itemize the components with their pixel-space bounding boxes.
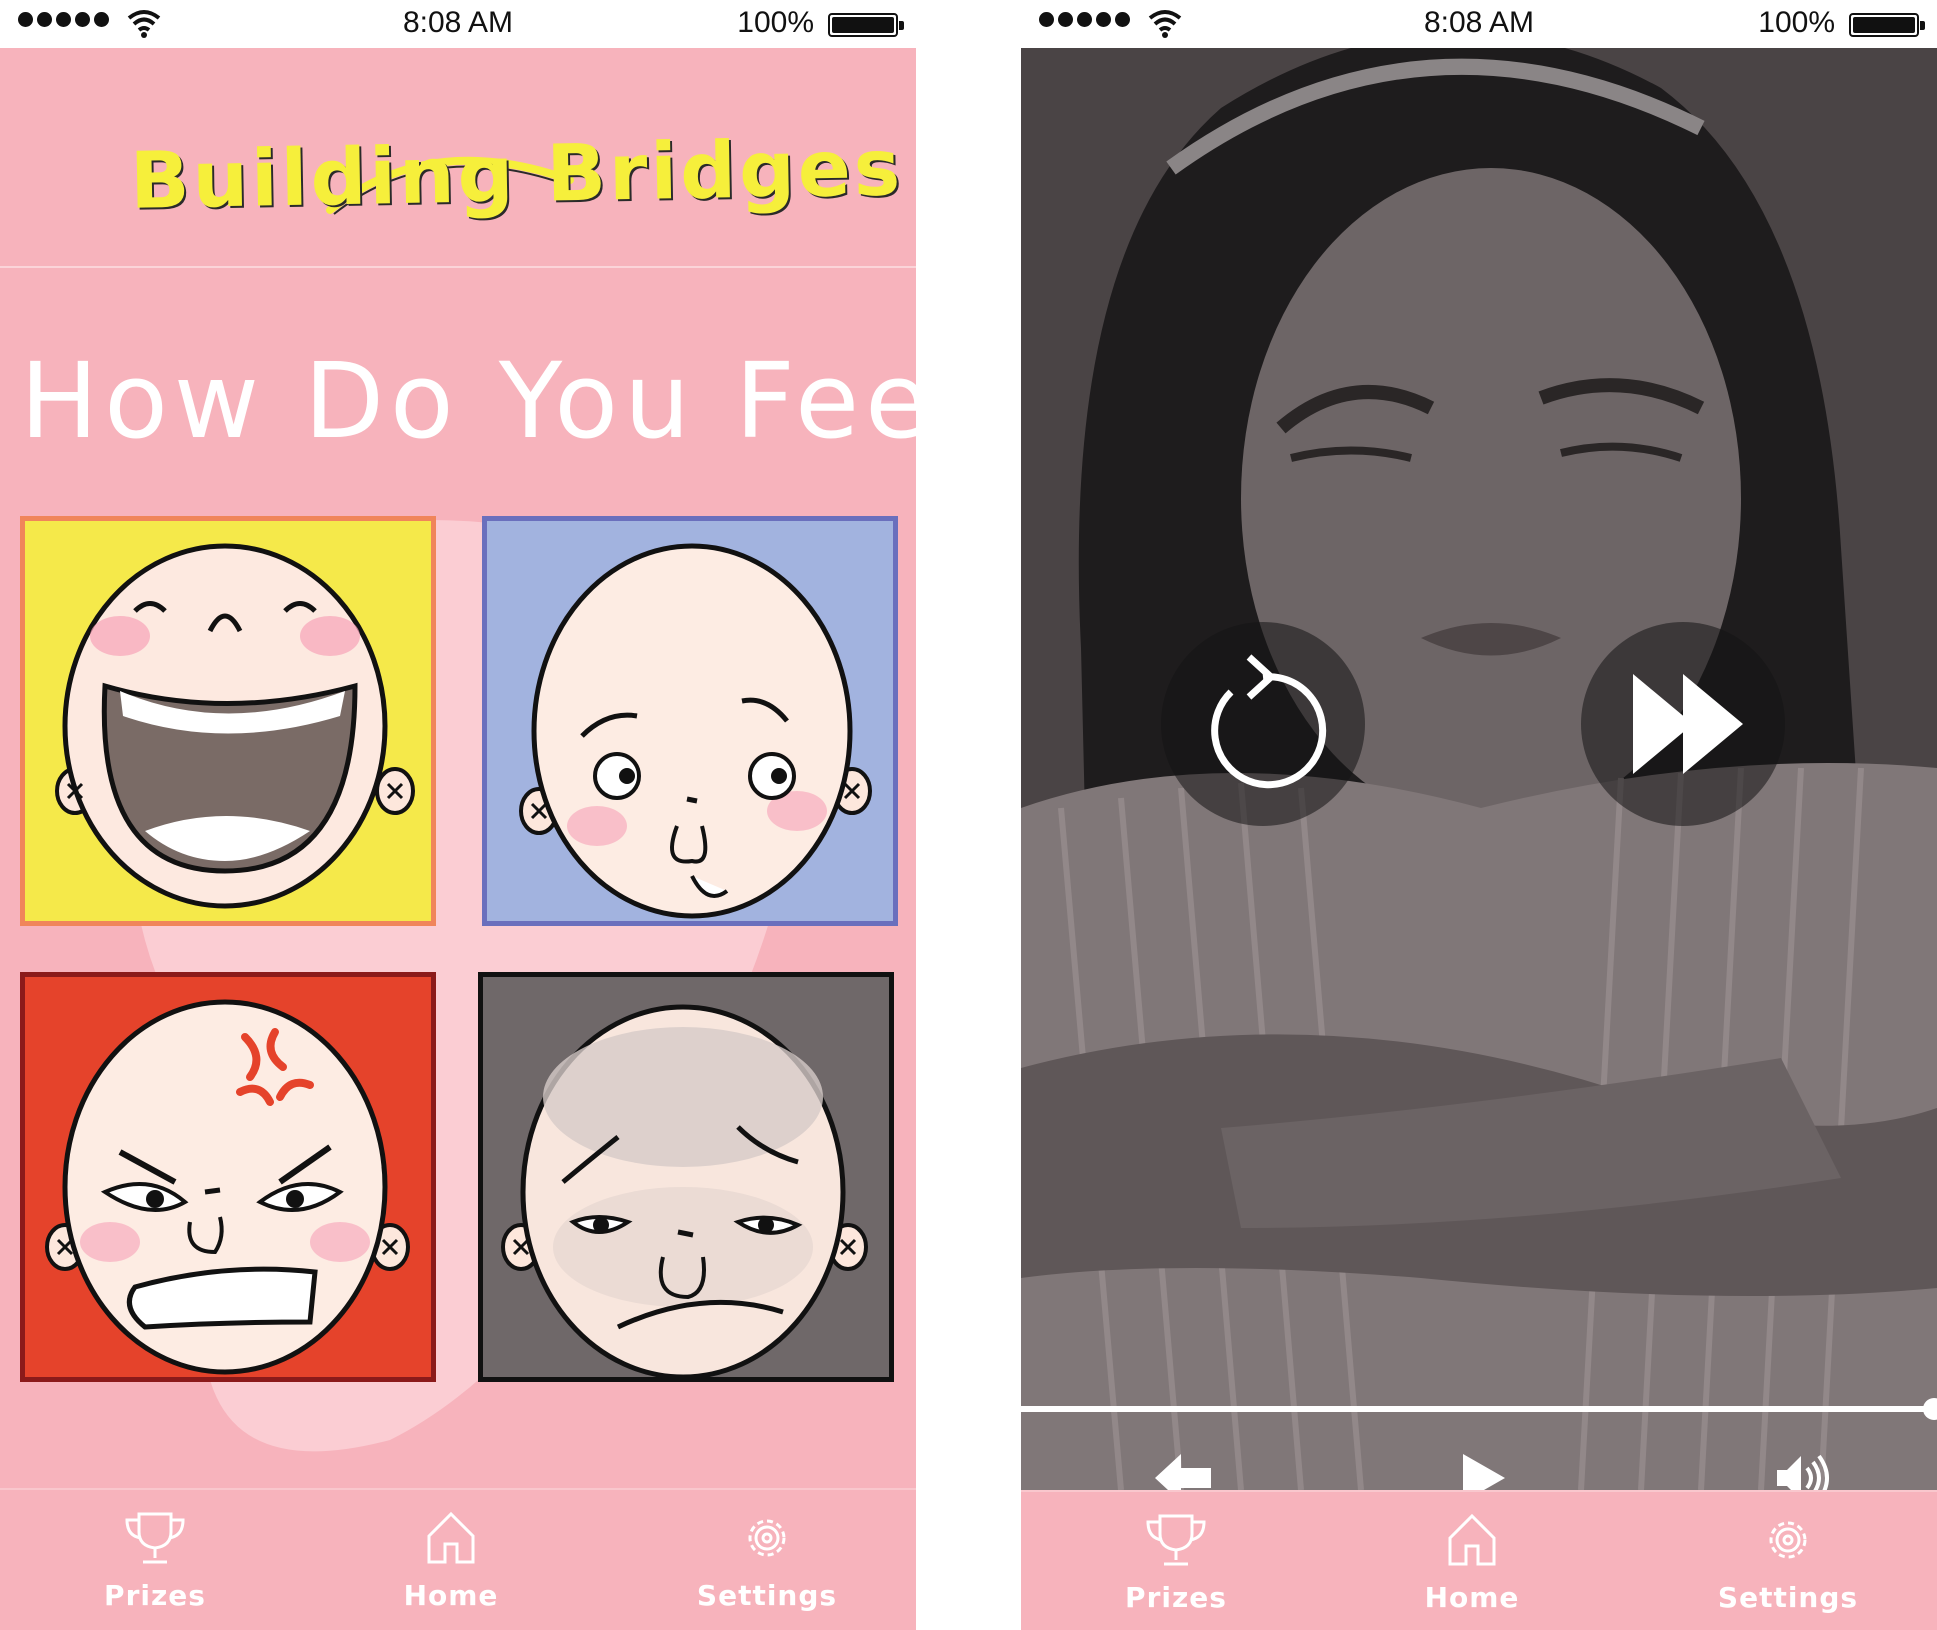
emotion-sad-button[interactable] (478, 972, 894, 1382)
gear-icon (1769, 1521, 1807, 1559)
status-bar: 8:08 AM 100% (0, 0, 916, 48)
replay-icon (1211, 654, 1327, 789)
feel-prompt: How Do You Feel? (20, 340, 916, 462)
home-icon (427, 1511, 475, 1564)
battery-percent: 100% (1758, 6, 1835, 39)
header-divider (0, 266, 916, 268)
sad-face-icon (501, 1004, 868, 1377)
home-icon (1448, 1513, 1496, 1566)
tab-settings[interactable]: Settings (1698, 1512, 1878, 1614)
angry-face-icon (45, 999, 410, 1375)
volume-icon (1777, 1454, 1829, 1490)
tab-home-label: Home (403, 1579, 499, 1612)
tab-prizes[interactable]: Prizes (1086, 1512, 1266, 1614)
video-frame[interactable] (1021, 48, 1937, 1490)
tab-home[interactable]: Home (1382, 1512, 1562, 1614)
app-title: Building Bridges (129, 123, 904, 227)
play-icon (1463, 1454, 1505, 1490)
happy-face-icon (55, 543, 415, 909)
tab-settings-label: Settings (696, 1579, 838, 1612)
battery-icon (1849, 13, 1925, 37)
battery-percent: 100% (737, 6, 814, 39)
emotion-angry-button[interactable] (20, 972, 436, 1382)
tab-settings-label: Settings (1717, 1581, 1859, 1614)
emotion-worried-button[interactable] (482, 516, 898, 926)
tab-home-label: Home (1424, 1581, 1520, 1614)
fast-forward-button[interactable] (1581, 622, 1785, 826)
tab-prizes-label: Prizes (104, 1579, 206, 1612)
emotion-picker-screen: 8:08 AM 100% Building Bridges How Do You… (0, 0, 916, 1630)
emotion-happy-button[interactable] (20, 516, 436, 926)
video-progress-bar[interactable] (1021, 1406, 1937, 1412)
replay-button[interactable] (1161, 622, 1365, 826)
worried-face-icon (519, 543, 872, 919)
trophy-icon (125, 1512, 185, 1564)
tab-bar: Prizes Home Settings (1021, 1490, 1937, 1630)
back-arrow-icon (1155, 1454, 1211, 1490)
tab-settings[interactable]: Settings (677, 1510, 857, 1612)
gear-icon (748, 1519, 786, 1557)
trophy-icon (1146, 1514, 1206, 1566)
tab-bar: Prizes Home Settings (0, 1488, 916, 1630)
fast-forward-icon (1633, 674, 1743, 774)
video-player-screen: 8:08 AM 100% Prizes Home Settings (1021, 0, 1937, 1630)
battery-icon (828, 13, 904, 37)
tab-home[interactable]: Home (361, 1510, 541, 1612)
tab-prizes[interactable]: Prizes (65, 1510, 245, 1612)
tab-prizes-label: Prizes (1125, 1581, 1227, 1614)
status-bar: 8:08 AM 100% (1021, 0, 1937, 48)
angry-girl-video-image (1021, 48, 1937, 1490)
